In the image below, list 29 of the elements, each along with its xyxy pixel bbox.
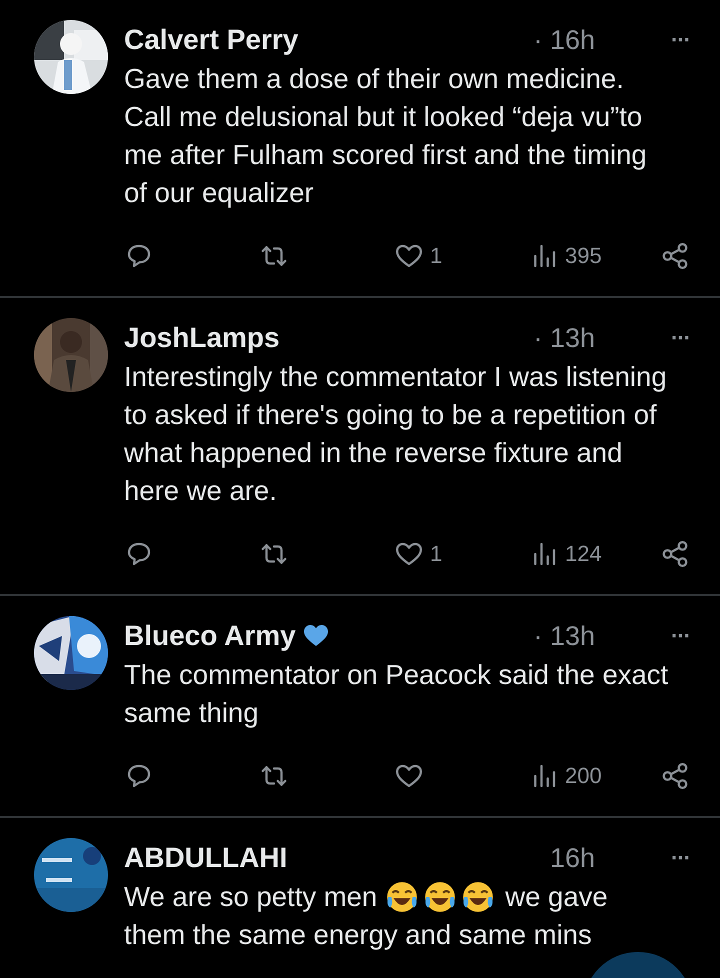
share-icon[interactable] — [660, 241, 690, 271]
more-options-icon[interactable]: ··· — [671, 623, 690, 649]
view-count: 124 — [565, 541, 602, 567]
timestamp: 16h — [550, 842, 596, 874]
view-count: 395 — [565, 243, 602, 269]
user-name[interactable]: Calvert Perry — [124, 24, 298, 56]
share-icon[interactable] — [660, 761, 690, 791]
like-count: 1 — [430, 243, 442, 269]
laughing-emoji-icon — [423, 880, 458, 914]
tweet-text: The commentator on Peacock said the exact same thing — [124, 659, 668, 728]
timestamp: · 13h — [533, 620, 596, 652]
timestamp: · 16h — [533, 24, 596, 56]
user-name[interactable]: Blueco Army — [124, 620, 296, 652]
more-options-icon[interactable]: ··· — [671, 325, 690, 351]
laughing-emoji-icon — [385, 880, 420, 914]
share-icon[interactable] — [660, 539, 690, 569]
tweet-text: we gave — [505, 880, 608, 914]
more-options-icon[interactable]: ··· — [671, 27, 690, 53]
tweet-text: We are so petty men — [124, 880, 378, 914]
more-options-icon[interactable]: ··· — [671, 845, 690, 871]
tweet-text: them the same energy and same mins — [124, 918, 592, 952]
user-name[interactable]: JoshLamps — [124, 322, 280, 354]
view-count: 200 — [565, 763, 602, 789]
laughing-emoji-icon — [461, 880, 496, 914]
user-name[interactable]: ABDULLAHI — [124, 842, 288, 874]
timestamp: · 13h — [533, 322, 596, 354]
tweet-text: Gave them a dose of their own medicine. Call me delusional but it looked “deja vu”to me after Fulham scored first and the timing of our equalizer — [124, 63, 647, 208]
like-count: 1 — [430, 541, 442, 567]
tweet-text: Interestingly the commentator I was listening to asked if there's going to be a repetition of what happened in the reverse fixture and here we are. — [124, 361, 667, 506]
